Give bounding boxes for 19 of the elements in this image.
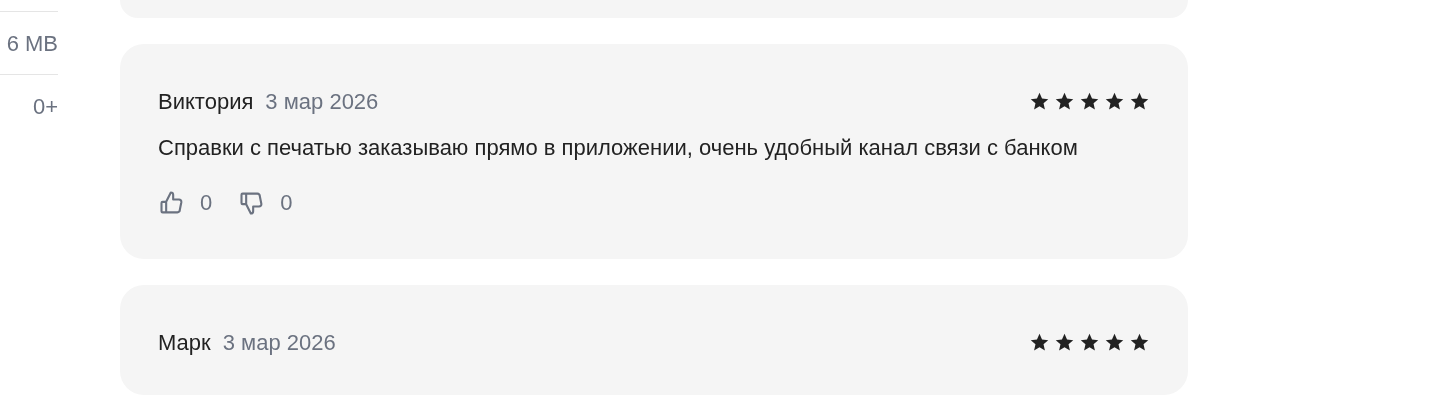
star-icon [1104, 90, 1125, 112]
review-date: 3 мар 2026 [265, 87, 379, 116]
like-button[interactable]: 0 [158, 186, 213, 219]
star-icon [1054, 331, 1075, 353]
author-name: Марк [158, 328, 211, 357]
star-icon [1129, 90, 1150, 112]
star-icon [1029, 331, 1050, 353]
author-name: Виктория [158, 87, 254, 116]
star-icon [1129, 331, 1150, 353]
dislike-button[interactable]: 0 [238, 186, 293, 219]
review-text: Справки с печатью заказываю прямо в приложении, очень удобный канал связи с банком [158, 134, 1079, 162]
info-value: 6 MB [6, 29, 58, 58]
info-value: 0+ [32, 92, 58, 121]
star-icon [1029, 90, 1050, 112]
star-icon [1054, 90, 1075, 112]
review-date: 3 мар 2026 [222, 328, 336, 357]
star-icon [1079, 90, 1100, 112]
star-icon [1079, 331, 1100, 353]
star-icon [1104, 331, 1125, 353]
